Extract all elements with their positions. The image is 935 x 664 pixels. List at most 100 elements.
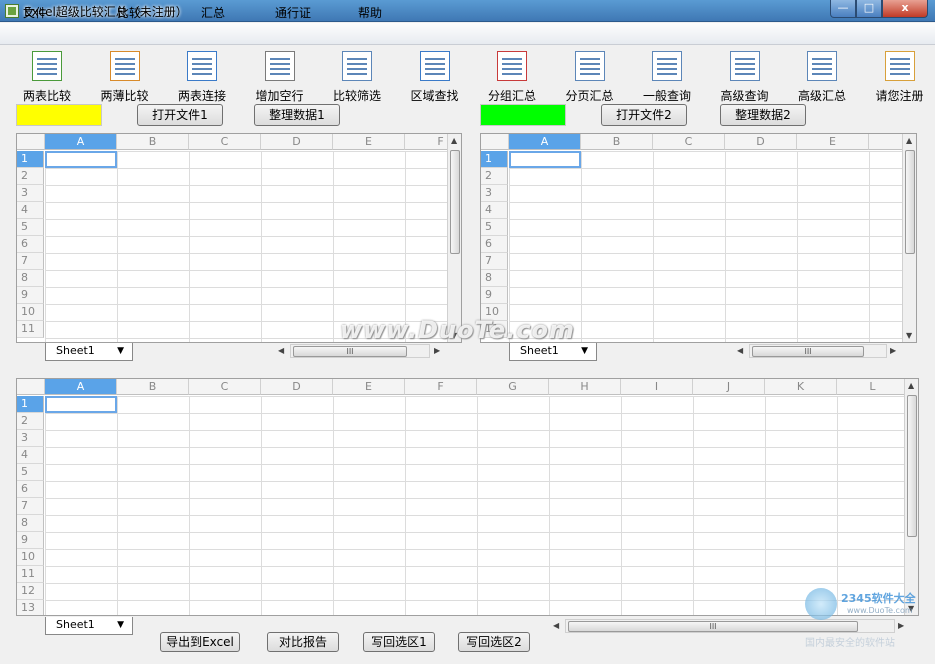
row-header[interactable]: 3 (17, 185, 44, 202)
v-scrollbar[interactable]: ▲ ▼ (902, 134, 916, 342)
row-header[interactable]: 12 (17, 583, 44, 600)
column-header[interactable]: A (509, 134, 581, 150)
row-header[interactable]: 1 (17, 396, 44, 413)
sheet-dropdown-icon[interactable]: ▼ (581, 343, 588, 359)
column-header[interactable]: D (725, 134, 797, 150)
row-header[interactable]: 7 (17, 498, 44, 515)
row-header[interactable]: 6 (17, 481, 44, 498)
sheet-dropdown-icon[interactable]: ▼ (117, 343, 124, 359)
column-header[interactable]: J (693, 379, 765, 395)
row-header[interactable]: 8 (481, 270, 508, 287)
scroll-up-icon[interactable]: ▲ (451, 136, 457, 145)
active-cell[interactable] (45, 396, 117, 413)
menu-compare[interactable]: 比较 (117, 4, 141, 21)
h-scrollbar-2[interactable]: III (749, 344, 887, 358)
open-file2-button[interactable]: 打开文件2 (601, 104, 687, 126)
select-all-corner[interactable] (481, 134, 509, 150)
scroll-right-icon[interactable]: ▶ (890, 346, 896, 355)
compare-report-button[interactable]: 对比报告 (267, 632, 339, 652)
maximize-button[interactable]: □ (856, 0, 882, 18)
row-header[interactable]: 3 (17, 430, 44, 447)
tidy-data2-button[interactable]: 整理数据2 (720, 104, 806, 126)
row-header[interactable]: 9 (17, 287, 44, 304)
h-scroll-thumb-2[interactable]: III (752, 346, 864, 357)
cell-area[interactable] (45, 151, 461, 342)
scroll-up-icon[interactable]: ▲ (906, 136, 912, 145)
row-header[interactable]: 11 (17, 566, 44, 583)
v-scroll-thumb[interactable] (905, 150, 915, 254)
menu-passport[interactable]: 通行证 (275, 4, 311, 21)
write-back-2-button[interactable]: 写回选区2 (458, 632, 530, 652)
column-header[interactable]: D (261, 379, 333, 395)
result-grid[interactable]: A B C D E F G H I J K L 1 2 3 4 5 6 7 8 9 10 11 12 13 ▲ ▼ (16, 378, 919, 616)
sheet-dropdown-icon[interactable]: ▼ (117, 617, 124, 633)
column-header[interactable]: B (117, 134, 189, 150)
column-header[interactable]: A (45, 134, 117, 150)
row-header[interactable]: 1 (481, 151, 508, 168)
h-scroll-thumb-1[interactable]: III (293, 346, 407, 357)
sheet-grid-2[interactable]: ABCDEF1234567891011▲▼ (480, 133, 917, 343)
v-scroll-thumb[interactable] (450, 150, 460, 254)
tool-group-summary-button[interactable]: 分组汇总 (475, 49, 549, 104)
column-header[interactable]: L (837, 379, 909, 395)
row-header[interactable]: 2 (481, 168, 508, 185)
select-all-corner[interactable] (17, 379, 45, 395)
tool-page-summary-button[interactable]: 分页汇总 (553, 49, 627, 104)
tool-compare-filter-button[interactable]: 比较筛选 (320, 49, 394, 104)
row-header[interactable]: 6 (481, 236, 508, 253)
column-header[interactable]: E (333, 134, 405, 150)
column-header[interactable]: D (261, 134, 333, 150)
column-header[interactable]: I (621, 379, 693, 395)
column-header[interactable]: B (117, 379, 189, 395)
row-header[interactable]: 1 (17, 151, 44, 168)
export-excel-button[interactable]: 导出到Excel (160, 632, 240, 652)
row-header[interactable]: 3 (481, 185, 508, 202)
column-header[interactable]: C (653, 134, 725, 150)
tool-join-sheets-button[interactable]: 两表连接 (165, 49, 239, 104)
cell-area[interactable] (45, 396, 918, 615)
row-header[interactable]: 5 (481, 219, 508, 236)
row-header[interactable]: 7 (17, 253, 44, 270)
menu-help[interactable]: 帮助 (358, 4, 382, 21)
row-header[interactable]: 2 (17, 168, 44, 185)
sheet-grid-1[interactable]: A B C D E F 1 2 3 4 5 6 7 8 9 10 11 ▲ ▼ (16, 133, 462, 343)
row-header[interactable]: 9 (481, 287, 508, 304)
column-header[interactable]: E (333, 379, 405, 395)
menu-summary[interactable]: 汇总 (201, 4, 225, 21)
row-header[interactable]: 5 (17, 464, 44, 481)
row-header[interactable]: 7 (481, 253, 508, 270)
column-header[interactable]: E (797, 134, 869, 150)
tool-add-blank-rows-button[interactable]: 增加空行 (243, 49, 317, 104)
row-header[interactable]: 4 (17, 447, 44, 464)
v-scrollbar[interactable]: ▲ ▼ (904, 379, 918, 615)
tool-advanced-summary-button[interactable]: 高级汇总 (785, 49, 859, 104)
tool-register-button[interactable]: 请您注册 (863, 49, 935, 104)
tool-advanced-query-button[interactable]: 高级查询 (708, 49, 782, 104)
sheet-tab-1[interactable]: Sheet1 ▼ (45, 343, 133, 361)
close-button[interactable]: x (882, 0, 928, 18)
column-header[interactable]: H (549, 379, 621, 395)
scroll-up-icon[interactable]: ▲ (908, 381, 914, 390)
active-cell[interactable] (509, 151, 581, 168)
row-header[interactable]: 6 (17, 236, 44, 253)
row-header[interactable]: 4 (17, 202, 44, 219)
tool-general-query-button[interactable]: 一般查询 (630, 49, 704, 104)
menu-file[interactable]: 文件 (23, 4, 47, 21)
row-header[interactable]: 10 (17, 549, 44, 566)
column-header[interactable]: A (45, 379, 117, 395)
sheet-tab-2[interactable]: Sheet1 ▼ (509, 343, 597, 361)
scroll-down-icon[interactable]: ▼ (906, 331, 912, 340)
select-all-corner[interactable] (17, 134, 45, 150)
tidy-data1-button[interactable]: 整理数据1 (254, 104, 340, 126)
tool-region-search-button[interactable]: 区域查找 (398, 49, 472, 104)
row-header[interactable]: 8 (17, 270, 44, 287)
row-header[interactable]: 8 (17, 515, 44, 532)
open-file1-button[interactable]: 打开文件1 (137, 104, 223, 126)
v-scrollbar[interactable]: ▲ ▼ (447, 134, 461, 342)
cell-area[interactable] (509, 151, 916, 342)
row-header[interactable]: 2 (17, 413, 44, 430)
column-header[interactable]: C (189, 134, 261, 150)
column-header[interactable]: G (477, 379, 549, 395)
row-header[interactable]: 10 (17, 304, 44, 321)
minimize-button[interactable]: — (830, 0, 856, 18)
